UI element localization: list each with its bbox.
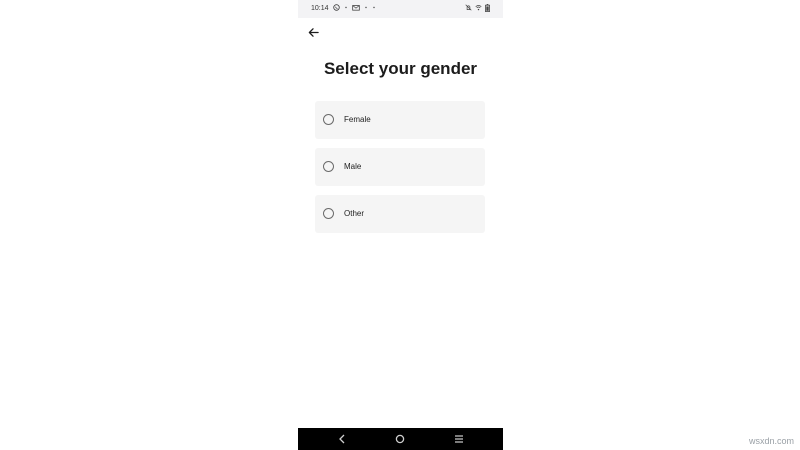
whatsapp-icon [333, 4, 340, 14]
status-notification-icons [333, 4, 376, 14]
dot-icon [364, 4, 368, 14]
status-bar: 10:14 [298, 0, 503, 18]
radio-button[interactable] [323, 208, 334, 219]
option-male[interactable]: Male [315, 148, 485, 186]
battery-icon [485, 4, 490, 15]
dot-icon [372, 4, 376, 14]
navigation-bar [298, 428, 503, 450]
status-system-icons [465, 4, 490, 15]
option-label: Male [344, 162, 362, 171]
phone-screen: 10:14 Select your gender Female Male Oth… [298, 0, 503, 450]
gender-options: Female Male Other [315, 101, 485, 242]
radio-button[interactable] [323, 161, 334, 172]
home-nav-icon[interactable] [394, 433, 406, 445]
back-nav-icon[interactable] [336, 433, 348, 445]
page-title: Select your gender [323, 59, 478, 78]
back-button[interactable] [305, 26, 321, 42]
recents-nav-icon[interactable] [453, 433, 465, 445]
option-label: Other [344, 209, 365, 218]
arrow-left-icon [308, 25, 319, 43]
status-time: 10:14 [311, 5, 329, 12]
mail-icon [352, 4, 360, 14]
dot-icon [344, 4, 348, 14]
watermark: wsxdn.com [748, 436, 794, 446]
mute-icon [465, 4, 472, 15]
option-female[interactable]: Female [315, 101, 485, 139]
option-label: Female [344, 115, 371, 124]
wifi-icon [475, 4, 482, 15]
radio-button[interactable] [323, 114, 334, 125]
option-other[interactable]: Other [315, 195, 485, 233]
